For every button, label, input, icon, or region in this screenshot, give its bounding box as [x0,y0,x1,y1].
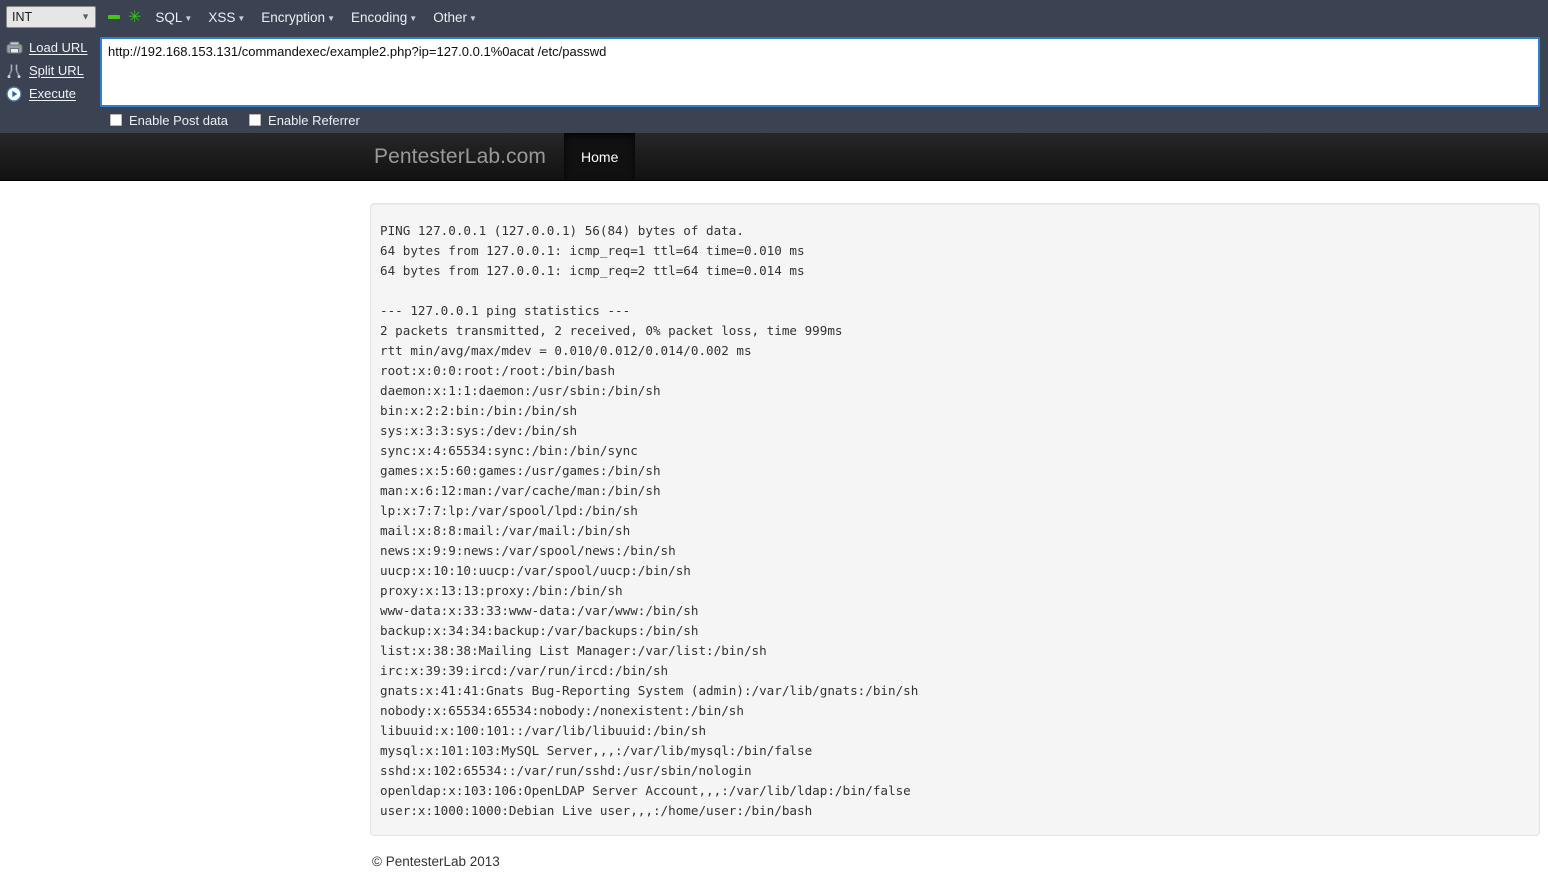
mode-select[interactable]: INT [6,6,96,28]
navbar-inner: PentesterLab.com Home [0,133,1548,180]
hackbar-options-row: Enable Post data Enable Referrer [0,107,1548,133]
hackbar-body: Load URL Split URL Execute http://192.16… [0,34,1548,107]
menu-encryption[interactable]: Encryption ▼ [261,10,335,25]
enable-post-data-checkbox[interactable]: Enable Post data [110,113,228,128]
mode-select-wrapper: INT ▼ [6,6,96,28]
split-url-icon [5,62,23,80]
enable-referrer-checkbox[interactable]: Enable Referrer [249,113,360,128]
page-container: PING 127.0.0.1 (127.0.0.1) 56(84) bytes … [0,203,1548,869]
menu-other[interactable]: Other ▼ [433,10,477,25]
enable-referrer-input[interactable] [249,114,262,126]
menu-encryption-label: Encryption [261,9,326,25]
command-output-text: PING 127.0.0.1 (127.0.0.1) 56(84) bytes … [380,223,919,818]
load-url-label: Load URL [29,40,88,55]
menu-encoding-label: Encoding [351,9,408,25]
load-url-button[interactable]: Load URL [0,36,100,59]
menu-sql-label: SQL [155,9,183,25]
menu-other-label: Other [433,9,467,25]
split-url-label: Split URL [29,63,84,78]
footer-copyright: © PentesterLab 2013 [372,854,500,869]
url-field-column [100,34,1548,107]
chevron-down-icon: ▼ [237,13,246,23]
menu-encoding[interactable]: Encoding ▼ [351,10,417,25]
chevron-down-icon: ▼ [327,13,335,23]
execute-label: Execute [29,86,76,101]
execute-icon [5,85,23,103]
menu-xss[interactable]: XSS ▼ [208,10,245,25]
menu-xss-label: XSS [208,9,236,25]
nav-link-home[interactable]: Home [564,133,636,180]
command-output-panel: PING 127.0.0.1 (127.0.0.1) 56(84) bytes … [370,203,1540,836]
load-url-icon [5,39,23,57]
navbar-links: Home [564,133,636,180]
chevron-down-icon: ▼ [468,13,477,23]
chevron-down-icon: ▼ [409,13,418,23]
chevron-down-icon: ▼ [184,13,193,23]
enable-post-data-input[interactable] [110,114,122,126]
hackbar-action-column: Load URL Split URL Execute [0,34,100,105]
url-input[interactable] [100,37,1540,107]
site-navbar: PentesterLab.com Home [0,133,1548,181]
enable-referrer-label: Enable Referrer [268,112,360,128]
menu-sql[interactable]: SQL ▼ [155,10,192,25]
hackbar-toolbar: INT ▼ ✳ SQL ▼ XSS ▼ Encryption ▼ Encoding ▼ … [0,0,1548,133]
execute-button[interactable]: Execute [0,82,100,105]
enable-post-data-label: Enable Post data [129,112,229,128]
dash-icon[interactable] [108,15,120,19]
brand-link[interactable]: PentesterLab.com [360,133,564,180]
split-url-button[interactable]: Split URL [0,59,100,82]
hackbar-menu-row: INT ▼ ✳ SQL ▼ XSS ▼ Encryption ▼ Encoding ▼ … [0,0,1548,34]
sparkle-icon[interactable]: ✳ [128,9,141,25]
